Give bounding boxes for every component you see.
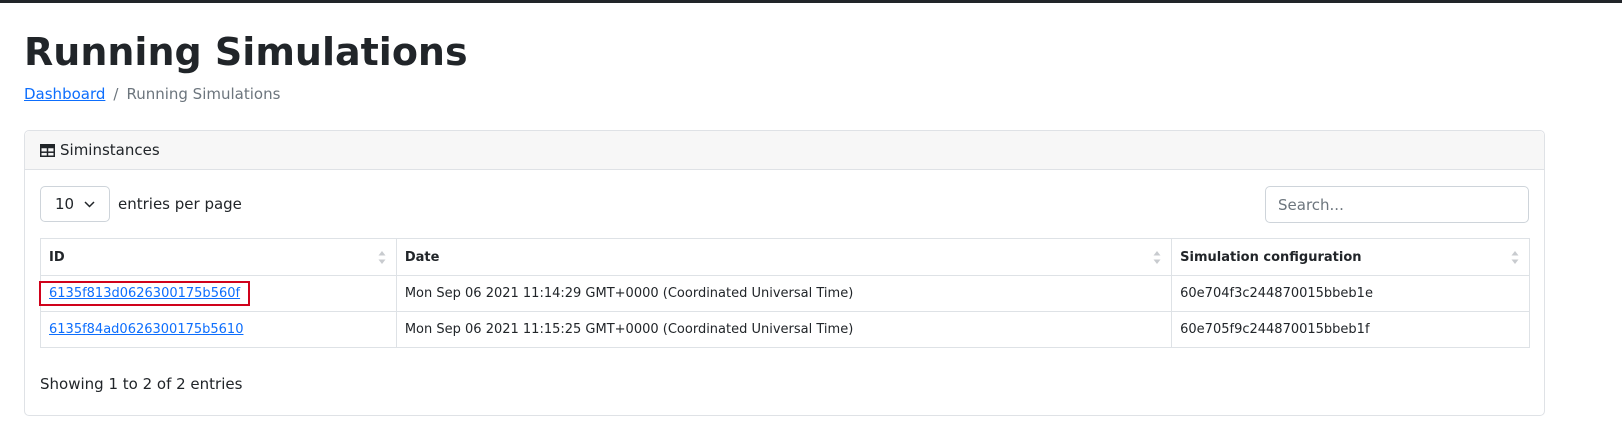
cell-date: Mon Sep 06 2021 11:14:29 GMT+0000 (Coord…	[395, 275, 1173, 312]
table-header-row: ID Date Simulation configuration	[40, 238, 1530, 276]
breadcrumb-separator: /	[113, 85, 119, 103]
page-title: Running Simulations	[24, 30, 468, 74]
cell-id: 6135f84ad0626300175b5610	[40, 311, 397, 348]
cell-simulation-configuration: 60e705f9c244870015bbeb1f	[1171, 311, 1530, 348]
siminstances-card: Siminstances 10 entries per page ID	[24, 130, 1545, 416]
cell-id: 6135f813d0626300175b560f	[38, 275, 397, 312]
entries-per-page-select[interactable]: 10	[40, 186, 110, 222]
breadcrumb: Dashboard / Running Simulations	[24, 84, 280, 104]
siminstances-table: ID Date Simulation configuration 6135f81…	[38, 238, 1530, 348]
sort-icon	[1153, 251, 1161, 264]
sort-icon	[378, 251, 386, 264]
entries-per-page-value: 10	[54, 195, 75, 213]
cell-simulation-configuration: 60e704f3c244870015bbeb1e	[1171, 275, 1530, 312]
column-header-id[interactable]: ID	[40, 238, 397, 276]
entries-per-page-label: entries per page	[118, 195, 242, 213]
cell-date: Mon Sep 06 2021 11:15:25 GMT+0000 (Coord…	[395, 311, 1173, 348]
column-header-simulation-configuration[interactable]: Simulation configuration	[1171, 238, 1530, 276]
siminstance-id-link[interactable]: 6135f84ad0626300175b5610	[49, 322, 243, 337]
table-row: 6135f813d0626300175b560f Mon Sep 06 2021…	[38, 275, 1530, 312]
siminstance-id-link[interactable]: 6135f813d0626300175b560f	[49, 286, 240, 301]
sort-icon	[1511, 251, 1519, 264]
entries-info: Showing 1 to 2 of 2 entries	[40, 375, 243, 393]
column-header-date[interactable]: Date	[395, 238, 1173, 276]
card-title: Siminstances	[60, 141, 160, 159]
search-input[interactable]	[1265, 186, 1529, 223]
card-header: Siminstances	[25, 131, 1544, 170]
highlight-box: 6135f813d0626300175b560f	[38, 281, 251, 306]
chevron-down-icon	[84, 200, 95, 208]
breadcrumb-dashboard-link[interactable]: Dashboard	[24, 84, 105, 104]
per-page-control: 10 entries per page	[40, 186, 242, 222]
table-row: 6135f84ad0626300175b5610 Mon Sep 06 2021…	[40, 311, 1530, 348]
breadcrumb-current: Running Simulations	[126, 85, 281, 103]
table-icon	[40, 143, 55, 157]
